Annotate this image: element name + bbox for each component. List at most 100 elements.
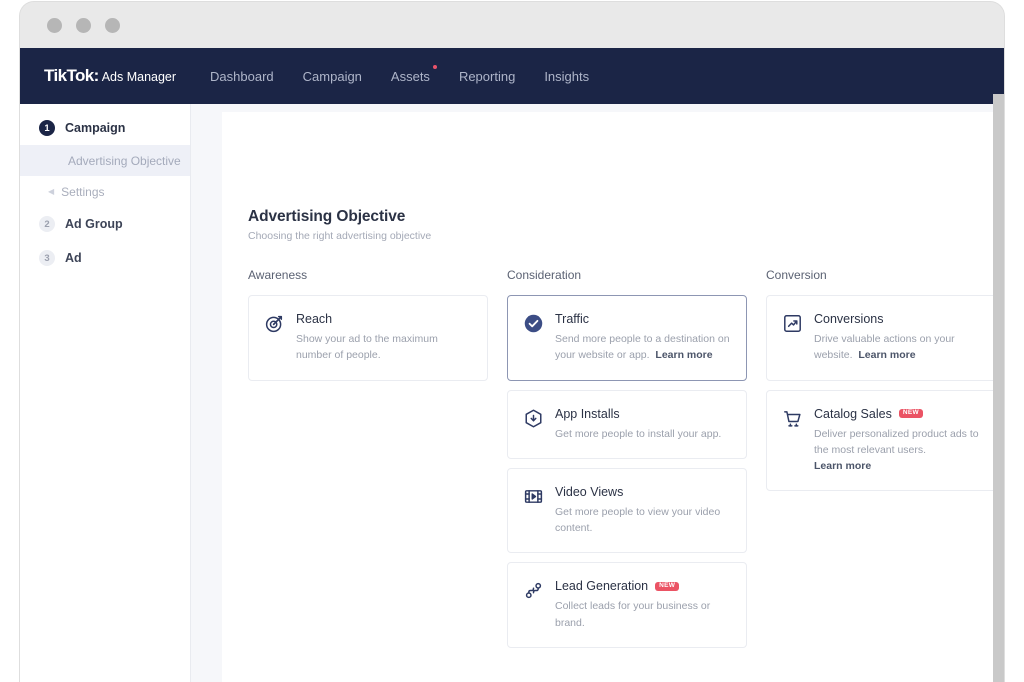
objective-card-title-row: Video Views — [555, 485, 730, 499]
objective-card-title: Lead Generation — [555, 579, 649, 594]
check-circle-icon — [523, 313, 544, 364]
nav-link-label: Campaign — [302, 68, 362, 84]
new-badge: NEW — [898, 408, 923, 419]
objective-card-description-text: Get more people to install your app. — [555, 427, 722, 440]
video-views-icon — [523, 486, 544, 537]
nav-link-label: Assets — [390, 68, 430, 84]
objective-card-description-text: Collect leads for your business or brand… — [555, 600, 711, 629]
objective-card-description-text: Get more people to view your video conte… — [555, 505, 721, 535]
objective-card-description: Deliver personalized product ads to the … — [814, 426, 989, 475]
objective-card-description: Drive valuable actions on your website. … — [814, 331, 989, 364]
sidebar-step-campaign[interactable]: 1 Campaign — [20, 111, 190, 145]
nav-links: Dashboard Campaign Assets Reporting Insights — [210, 64, 618, 84]
objective-card-video-views[interactable]: Video Views Get more people to view your … — [507, 467, 747, 554]
sidebar-subitem-advertising-objective[interactable]: Advertising Objective — [20, 145, 190, 176]
main-content-area: Advertising Objective Choosing the right… — [191, 104, 993, 682]
objective-card-body: Catalog Sales NEW Deliver personalized pro… — [814, 407, 989, 475]
sidebar-step-label: Campaign — [65, 121, 126, 135]
objective-card-title-row: Lead Generation NEW — [555, 579, 730, 593]
shopping-cart-icon — [782, 408, 803, 475]
learn-more-link[interactable]: Learn more — [814, 460, 871, 472]
chevron-right-icon: ◀ — [48, 186, 55, 196]
objective-card-traffic[interactable]: Traffic Send more people to a destination… — [507, 295, 747, 381]
objective-card-conversions[interactable]: Conversions Drive valuable actions on you… — [766, 295, 993, 381]
app-viewport: TikTok: Ads Manager Dashboard Campaign Ass… — [20, 48, 1004, 682]
objective-panel: Advertising Objective Choosing the right… — [222, 112, 993, 682]
objective-card-description: Collect leads for your business or brand… — [555, 598, 730, 631]
nav-link-reporting[interactable]: Reporting — [459, 69, 515, 84]
page-subtitle: Choosing the right advertising objective — [248, 230, 432, 242]
objective-card-title-row: Reach — [296, 312, 471, 326]
objective-column-conversion: Conversion Conversions Drive valuable acti… — [766, 268, 993, 657]
sidebar-steps-navigation: 1 Campaign Advertising Objective ◀ Settings 2… — [20, 104, 191, 682]
tiktok-ads-manager-logo[interactable]: TikTok: Ads Manager — [44, 66, 176, 86]
objective-card-description-text: Deliver personalized product ads to the … — [814, 427, 979, 456]
objective-card-title-row: Conversions — [814, 312, 989, 326]
sidebar-step-label: Ad — [65, 251, 82, 265]
step-number-badge: 2 — [39, 216, 55, 232]
objective-card-body: Reach Show your ad to the maximum number … — [296, 312, 471, 364]
browser-titlebar — [20, 2, 1004, 48]
objective-card-reach[interactable]: Reach Show your ad to the maximum number … — [248, 295, 488, 381]
nav-link-label: Dashboard — [210, 68, 274, 84]
close-icon[interactable] — [47, 17, 62, 33]
objective-card-description: Send more people to a destination on you… — [555, 331, 730, 364]
minimize-icon[interactable] — [76, 17, 91, 33]
lead-generation-icon — [523, 580, 544, 631]
objective-card-description-text: Show your ad to the maximum number of pe… — [296, 333, 438, 362]
sidebar-step-ad-group[interactable]: 2 Ad Group — [20, 207, 190, 241]
objective-card-body: Traffic Send more people to a destination… — [555, 312, 730, 364]
objective-card-title-row: Catalog Sales NEW — [814, 407, 989, 421]
notification-dot-icon — [432, 64, 437, 69]
objective-card-title: Catalog Sales — [814, 406, 892, 421]
vertical-scrollbar[interactable] — [993, 94, 1004, 682]
learn-more-link[interactable]: Learn more — [858, 349, 915, 361]
app-install-icon — [523, 408, 544, 442]
objective-card-description: Show your ad to the maximum number of pe… — [296, 331, 471, 364]
target-icon — [264, 313, 285, 364]
objective-card-body: Video Views Get more people to view your … — [555, 485, 730, 537]
new-badge: NEW — [655, 581, 680, 592]
objective-column-title: Consideration — [507, 268, 582, 282]
nav-link-label: Reporting — [458, 68, 516, 84]
objective-card-title: Traffic — [555, 312, 590, 326]
objective-card-title: Video Views — [555, 484, 624, 499]
objective-card-body: Conversions Drive valuable actions on you… — [814, 312, 989, 364]
trending-up-icon — [782, 313, 803, 364]
nav-link-assets[interactable]: Assets — [390, 64, 437, 84]
nav-link-dashboard[interactable]: Dashboard — [210, 69, 274, 84]
nav-link-insights[interactable]: Insights — [544, 69, 589, 84]
sidebar-subitem-label: Advertising Objective — [68, 153, 181, 168]
browser-window: TikTok: Ads Manager Dashboard Campaign Ass… — [20, 2, 1004, 682]
objective-card-body: Lead Generation NEW Collect leads for your… — [555, 579, 730, 631]
objective-card-title: Reach — [296, 312, 333, 326]
maximize-icon[interactable] — [105, 17, 120, 33]
sidebar-step-ad[interactable]: 3 Ad — [20, 241, 190, 275]
objective-card-description: Get more people to install your app. — [555, 426, 730, 442]
sidebar-subitem-settings[interactable]: ◀ Settings — [20, 176, 190, 207]
objective-column-title: Conversion — [766, 268, 827, 282]
learn-more-link[interactable]: Learn more — [655, 349, 712, 361]
objective-card-lead-generation[interactable]: Lead Generation NEW Collect leads for your… — [507, 562, 747, 648]
page-title: Advertising Objective — [248, 208, 406, 225]
objective-column-consideration: Consideration Traffic Send more people to … — [507, 268, 747, 657]
step-number-badge: 1 — [39, 120, 55, 136]
top-navigation-bar: TikTok: Ads Manager Dashboard Campaign Ass… — [20, 48, 1004, 104]
step-number-badge: 3 — [39, 250, 55, 266]
nav-link-campaign[interactable]: Campaign — [303, 69, 362, 84]
objective-card-catalog-sales[interactable]: Catalog Sales NEW Deliver personalized pro… — [766, 389, 993, 492]
objective-card-description: Get more people to view your video conte… — [555, 504, 730, 537]
objective-card-title-row: App Installs — [555, 407, 730, 421]
objective-columns: Awareness Reach Show your ad to the maximu… — [248, 268, 993, 657]
brand-name: TikTok: — [44, 66, 99, 85]
brand-product-name: Ads Manager — [101, 70, 177, 84]
sidebar-subitem-label: Settings — [61, 184, 105, 199]
objective-card-title: Conversions — [814, 312, 884, 326]
objective-column-title: Awareness — [248, 268, 308, 282]
objective-card-title: App Installs — [555, 406, 620, 421]
objective-column-awareness: Awareness Reach Show your ad to the maximu… — [248, 268, 488, 657]
objective-card-body: App Installs Get more people to install y… — [555, 407, 730, 442]
objective-card-title-row: Traffic — [555, 312, 730, 326]
nav-link-label: Insights — [544, 68, 590, 84]
objective-card-app-installs[interactable]: App Installs Get more people to install y… — [507, 389, 747, 459]
